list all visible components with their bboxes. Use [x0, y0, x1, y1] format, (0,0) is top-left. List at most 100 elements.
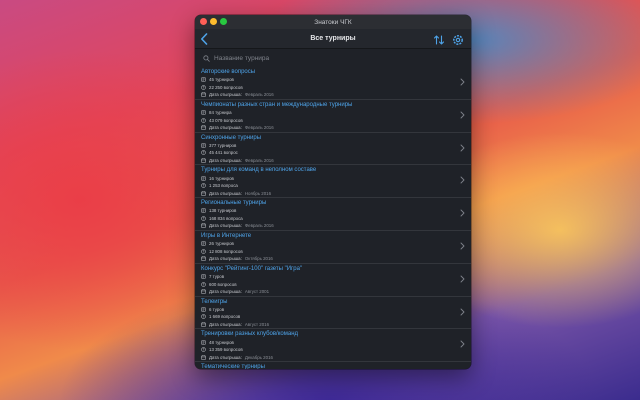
date-row: Дата отыгрыша: Август 2001 — [201, 288, 471, 296]
sort-button[interactable] — [433, 33, 445, 45]
search-icon — [203, 54, 210, 62]
date-row: Дата отыгрыша: Октябрь 2016 — [201, 255, 471, 263]
title-bar[interactable]: Знатоки ЧГК — [195, 15, 471, 29]
back-button[interactable] — [200, 32, 212, 46]
item-title: Чемпионаты разных стран и международные … — [201, 101, 353, 108]
document-icon — [201, 208, 206, 214]
list-item[interactable]: Чемпионаты разных стран и международные … — [195, 100, 471, 133]
date-row: Дата отыгрыша: Февраль 2016 — [201, 91, 471, 99]
questions-count-row: 168 834 вопроса — [201, 215, 471, 223]
questions-count-row: 45 441 вопрос — [201, 149, 471, 157]
questions-count: 43 079 вопросов — [209, 117, 243, 123]
tournaments-count-row: 138 турниров — [201, 207, 471, 215]
list-item[interactable]: Региональные турниры 138 турниров 168 83… — [195, 198, 471, 231]
tournaments-count: 377 турниров — [209, 142, 237, 148]
date-row: Дата отыгрыша: Февраль 2016 — [201, 157, 471, 165]
gear-icon — [453, 35, 463, 45]
list-item[interactable]: Конкурс "Рейтинг-100" газеты "Игра" 7 ту… — [195, 264, 471, 297]
date-value: Февраль 2016 — [244, 125, 274, 131]
questions-count-row: 13 359 вопросов — [201, 346, 471, 354]
navigation-bar: Все турниры — [195, 29, 471, 49]
question-circle-icon — [201, 117, 206, 123]
date-label: Дата отыгрыша: — [209, 92, 242, 98]
questions-count: 1 253 вопроса — [209, 183, 238, 189]
tournaments-count: 48 турниров — [209, 339, 234, 345]
calendar-icon — [201, 354, 206, 360]
list-item[interactable]: Тренировки разных клубов/команд 48 турни… — [195, 329, 471, 363]
chevron-right-icon — [460, 209, 465, 217]
settings-button[interactable] — [452, 33, 464, 45]
list-item[interactable]: Телеигры 6 туров 1 669 вопросов Дата оты… — [195, 297, 471, 330]
calendar-icon — [201, 256, 206, 262]
app-window: Знатоки ЧГК Все турниры Авторские вопрос… — [195, 15, 471, 369]
questions-count: 22 250 вопросов — [209, 84, 243, 90]
tournaments-count-row: 84 турнира — [201, 109, 471, 117]
item-title: Авторские вопросы — [201, 69, 256, 75]
tournaments-count-row: 48 турниров — [201, 338, 471, 346]
item-title: Конкурс "Рейтинг-100" газеты "Игра" — [201, 265, 303, 272]
list-item[interactable]: Синхронные турниры 377 турниров 45 441 в… — [195, 133, 471, 166]
tournaments-count-row: 6 туров — [201, 306, 471, 314]
chevron-right-icon — [460, 144, 465, 152]
questions-count: 12 808 вопросов — [209, 248, 243, 254]
chevron-right-icon — [460, 242, 465, 250]
document-icon — [201, 110, 206, 115]
close-window-button[interactable] — [200, 18, 207, 25]
date-label: Дата отыгрыша: — [209, 223, 242, 229]
chevron-right-icon — [460, 308, 465, 316]
document-icon — [201, 241, 206, 247]
chevron-right-icon — [460, 111, 465, 119]
date-value: Август 2016 — [244, 321, 270, 327]
date-value: Февраль 2016 — [244, 157, 274, 163]
questions-count: 45 441 вопрос — [209, 150, 238, 156]
date-value: Август 2001 — [244, 289, 270, 295]
minimize-window-button[interactable] — [210, 18, 217, 25]
document-icon — [201, 143, 206, 148]
calendar-icon — [201, 223, 206, 229]
calendar-icon — [201, 92, 206, 98]
search-input[interactable] — [214, 54, 414, 62]
zoom-window-button[interactable] — [220, 18, 227, 25]
list-item[interactable]: Авторские вопросы 45 турниров 22 250 воп… — [195, 67, 471, 100]
item-title: Тренировки разных клубов/команд — [201, 331, 299, 338]
date-row: Дата отыгрыша: Декабрь 2016 — [201, 353, 471, 361]
chevron-right-icon — [460, 176, 465, 184]
search-bar — [195, 49, 471, 67]
document-icon — [201, 175, 206, 181]
sort-arrows-icon — [433, 35, 445, 45]
calendar-icon — [201, 289, 206, 294]
tournaments-count: 26 турниров — [209, 241, 234, 247]
tournaments-count-row: 7 туров — [201, 273, 471, 281]
tournaments-count: 45 турниров — [209, 77, 234, 83]
item-title: Тематические турниры — [201, 364, 265, 369]
page-title: Все турниры — [310, 35, 356, 42]
tournaments-count: 7 туров — [209, 274, 225, 280]
document-icon — [201, 274, 206, 279]
calendar-icon — [201, 322, 206, 327]
question-circle-icon — [201, 248, 206, 254]
date-value: Февраль 2016 — [244, 92, 274, 98]
list-item[interactable]: Тематические турниры — [195, 362, 471, 369]
date-row: Дата отыгрыша: Ноябрь 2016 — [201, 189, 471, 197]
date-label: Дата отыгрыша: — [209, 190, 242, 196]
question-circle-icon — [201, 314, 206, 320]
tournament-list[interactable]: Авторские вопросы 45 турниров 22 250 воп… — [195, 67, 471, 369]
question-circle-icon — [201, 216, 206, 221]
date-label: Дата отыгрыша: — [209, 354, 242, 360]
questions-count: 13 359 вопросов — [209, 347, 243, 353]
date-label: Дата отыгрыша: — [209, 321, 242, 327]
date-value: Февраль 2016 — [244, 223, 274, 229]
window-title: Знатоки ЧГК — [314, 18, 352, 26]
questions-count-row: 600 вопросов — [201, 280, 471, 288]
tournaments-count-row: 26 турниров — [201, 240, 471, 248]
question-circle-icon — [201, 150, 206, 156]
questions-count-row: 43 079 вопросов — [201, 116, 471, 124]
list-item[interactable]: Турниры для команд в неполном составе 16… — [195, 165, 471, 199]
questions-count-row: 1 669 вопросов — [201, 313, 471, 321]
questions-count: 600 вопросов — [209, 281, 237, 287]
document-icon — [201, 77, 206, 83]
date-label: Дата отыгрыша: — [209, 157, 242, 163]
list-item[interactable]: Игры в Интернете 26 турниров 12 808 вопр… — [195, 231, 471, 264]
question-circle-icon — [201, 347, 206, 352]
chevron-right-icon — [460, 275, 465, 283]
